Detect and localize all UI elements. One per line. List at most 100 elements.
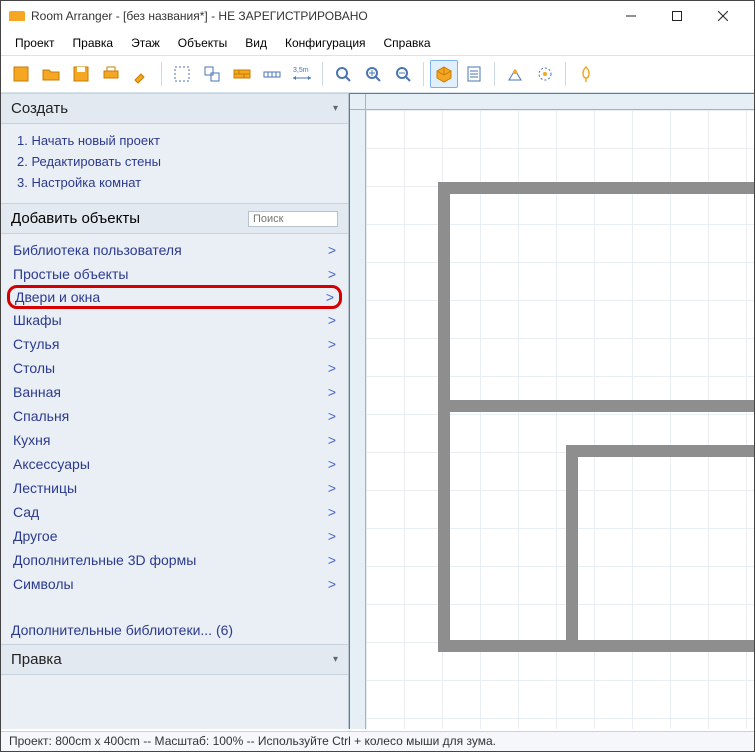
window-title: Room Arranger - [без названия*] - НЕ ЗАР… — [31, 9, 368, 23]
titlebar: Room Arranger - [без названия*] - НЕ ЗАР… — [1, 1, 754, 31]
print-icon[interactable] — [97, 60, 125, 88]
app-icon — [9, 11, 25, 21]
search-input[interactable] — [248, 211, 338, 227]
grid — [366, 110, 754, 729]
statusbar: Проект: 800cm x 400cm -- Масштаб: 100% -… — [1, 731, 754, 751]
panel-edit-title: Правка — [11, 651, 62, 668]
category-item[interactable]: Библиотека пользователя > — [5, 238, 344, 262]
category-label: Символы — [13, 574, 74, 594]
ruler-vertical — [350, 110, 366, 729]
ruler-corner — [350, 94, 366, 110]
menu-view[interactable]: Вид — [237, 33, 275, 53]
close-button[interactable] — [700, 1, 746, 31]
category-item[interactable]: Символы > — [5, 572, 344, 596]
chevron-right-icon: > — [328, 240, 336, 260]
panel-create-body: 1. Начать новый проект 2. Редактировать … — [1, 124, 348, 203]
minimize-button[interactable] — [608, 1, 654, 31]
sidebar: Создать ▾ 1. Начать новый проект 2. Реда… — [1, 93, 349, 729]
library-icon[interactable] — [531, 60, 559, 88]
step-room-setup[interactable]: 3. Настройка комнат — [11, 172, 338, 193]
panel-add-title: Добавить объекты — [11, 210, 140, 227]
chevron-right-icon: > — [328, 574, 336, 594]
properties-icon[interactable] — [460, 60, 488, 88]
category-label: Ванная — [13, 382, 61, 402]
chevron-right-icon: > — [328, 382, 336, 402]
category-label: Библиотека пользователя — [13, 240, 182, 260]
open-icon[interactable] — [37, 60, 65, 88]
chevron-right-icon: > — [328, 454, 336, 474]
category-item[interactable]: Лестницы > — [5, 476, 344, 500]
step-new-project[interactable]: 1. Начать новый проект — [11, 130, 338, 151]
zoom-in-icon[interactable] — [359, 60, 387, 88]
category-item[interactable]: Спальня > — [5, 404, 344, 428]
chevron-right-icon: > — [328, 502, 336, 522]
pointer-icon[interactable] — [572, 60, 600, 88]
category-item[interactable]: Шкафы > — [5, 308, 344, 332]
category-label: Простые объекты — [13, 264, 128, 284]
category-item[interactable]: Кухня> — [5, 428, 344, 452]
category-item[interactable]: Столы > — [5, 356, 344, 380]
export-icon[interactable] — [501, 60, 529, 88]
category-item[interactable]: Простые объекты > — [5, 262, 344, 286]
chevron-right-icon: > — [328, 334, 336, 354]
menu-config[interactable]: Конфигурация — [277, 33, 374, 53]
menu-project[interactable]: Проект — [7, 33, 63, 53]
category-list: Библиотека пользователя > Простые объекты >… — [1, 234, 348, 606]
chevron-right-icon: > — [328, 478, 336, 498]
menu-edit[interactable]: Правка — [65, 33, 122, 53]
category-item[interactable]: Другое > — [5, 524, 344, 548]
menu-help[interactable]: Справка — [376, 33, 439, 53]
category-item[interactable]: Стулья > — [5, 332, 344, 356]
step-edit-walls[interactable]: 2. Редактировать стены — [11, 151, 338, 172]
maximize-button[interactable] — [654, 1, 700, 31]
chevron-right-icon: > — [328, 264, 336, 284]
category-item[interactable]: Аксессуары > — [5, 452, 344, 476]
group-icon[interactable] — [198, 60, 226, 88]
svg-text:3,5m: 3,5m — [293, 67, 309, 74]
category-label: Шкафы — [13, 310, 62, 330]
dimension-icon[interactable]: 3,5m — [288, 60, 316, 88]
wall-icon[interactable] — [228, 60, 256, 88]
category-label: Спальня — [13, 406, 69, 426]
category-label: Аксессуары — [13, 454, 90, 474]
measure-icon[interactable] — [258, 60, 286, 88]
chevron-right-icon: > — [326, 288, 334, 306]
category-label: Двери и окна — [15, 288, 100, 306]
panel-edit-header[interactable]: Правка ▾ — [1, 644, 348, 675]
panel-create-title: Создать — [11, 100, 68, 117]
category-item[interactable]: Двери и окна > — [7, 285, 342, 309]
view3d-icon[interactable] — [430, 60, 458, 88]
category-label: Сад — [13, 502, 39, 522]
chevron-right-icon: > — [328, 550, 336, 570]
category-label: Другое — [13, 526, 57, 546]
extra-libraries-link[interactable]: Дополнительные библиотеки... (6) — [1, 606, 348, 644]
category-label: Стулья — [13, 334, 59, 354]
toolbar: 3,5m — [1, 56, 754, 93]
save-icon[interactable] — [67, 60, 95, 88]
category-item[interactable]: Ванная > — [5, 380, 344, 404]
zoom-fit-icon[interactable] — [329, 60, 357, 88]
floorplan-canvas[interactable] — [349, 93, 754, 729]
chevron-right-icon: > — [328, 406, 336, 426]
brush-icon[interactable] — [127, 60, 155, 88]
collapse-icon: ▾ — [333, 654, 338, 665]
chevron-right-icon: > — [328, 526, 336, 546]
chevron-right-icon: > — [328, 310, 336, 330]
menu-objects[interactable]: Объекты — [170, 33, 236, 53]
chevron-right-icon: > — [328, 430, 336, 450]
collapse-icon: ▾ — [333, 103, 338, 114]
category-label: Дополнительные 3D формы — [13, 550, 196, 570]
select-icon[interactable] — [168, 60, 196, 88]
category-item[interactable]: Дополнительные 3D формы > — [5, 548, 344, 572]
panel-create-header[interactable]: Создать ▾ — [1, 93, 348, 124]
category-item[interactable]: Сад > — [5, 500, 344, 524]
new-icon[interactable] — [7, 60, 35, 88]
status-text: Проект: 800cm x 400cm -- Масштаб: 100% -… — [9, 734, 496, 748]
ruler-horizontal — [366, 94, 754, 110]
panel-add-header[interactable]: Добавить объекты — [1, 203, 348, 234]
category-label: Столы — [13, 358, 55, 378]
chevron-right-icon: > — [328, 358, 336, 378]
menu-floor[interactable]: Этаж — [123, 33, 168, 53]
category-label: Лестницы — [13, 478, 77, 498]
zoom-out-icon[interactable] — [389, 60, 417, 88]
